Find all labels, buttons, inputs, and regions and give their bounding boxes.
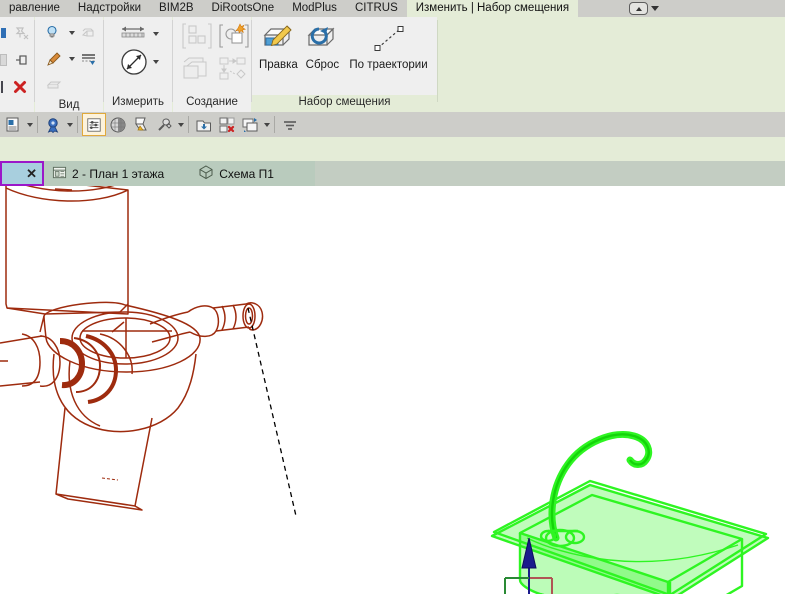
view-tab-bar: ✕ 2 - План 1 этажа Схема П1 [0, 161, 785, 186]
view-tab-active[interactable]: ✕ [0, 161, 44, 186]
offset-along-path-button[interactable]: По траектории [345, 21, 431, 71]
optbar-sep-1 [37, 116, 38, 133]
visual-style-icon[interactable] [42, 114, 64, 135]
row-pin-a [0, 20, 34, 46]
contextual-options-strip [0, 137, 785, 161]
modify-cursor-caret-icon[interactable] [27, 122, 33, 127]
paint-brush-icon[interactable] [41, 46, 67, 72]
clipped-grey-icon [0, 54, 7, 66]
along-path-icon [365, 21, 413, 58]
optbar-sep-2 [77, 116, 78, 133]
measure-caret-icon[interactable] [153, 32, 159, 36]
view-tab-floor-plan[interactable]: 2 - План 1 этажа [44, 161, 172, 186]
chevron-down-icon[interactable] [651, 6, 659, 11]
cancel-icon[interactable] [7, 74, 33, 100]
offset-along-path-label: По траектории [349, 59, 428, 71]
view-row-1 [41, 20, 101, 46]
offset-edit-button[interactable]: Правка [257, 21, 299, 71]
view-row-3 [41, 72, 67, 98]
view-tab-floor-plan-label: 2 - План 1 этажа [72, 166, 165, 181]
measure-along-caret-icon[interactable] [153, 60, 159, 64]
panel-clipboard-partial [0, 17, 34, 112]
create-assembly-icon[interactable] [215, 53, 251, 83]
sink-with-faucet [490, 431, 770, 594]
panel-title-measure: Измерить [112, 96, 164, 108]
panel-title-view: Вид [58, 99, 80, 111]
tabstrip-right-pad [667, 0, 785, 17]
ribbon-tab-modify-offset-set[interactable]: Изменить | Набор смещения [406, 0, 579, 17]
graphic-display-options-icon[interactable] [82, 113, 106, 136]
switch-windows-icon[interactable] [279, 114, 301, 135]
row-pin-b [0, 47, 35, 73]
measure-row-2 [117, 49, 159, 75]
panel-divider-5 [437, 20, 438, 102]
measure-along-element-icon[interactable] [117, 49, 151, 75]
tabstrip-spacer [578, 0, 621, 17]
edit-offset-icon [257, 21, 299, 58]
offset-leader-line [247, 307, 297, 517]
ribbon-body: Вид Измерить Создание Правка Сброс По тр… [0, 17, 785, 112]
create-similar-icon[interactable] [179, 20, 215, 52]
offset-reset-label: Сброс [305, 59, 340, 71]
offset-edit-label: Правка [258, 59, 298, 71]
offset-reset-button[interactable]: Сброс [301, 21, 343, 71]
modify-cursor-icon[interactable] [2, 114, 24, 135]
drawing-canvas[interactable] [0, 186, 785, 594]
panel-title-create: Создание [186, 96, 238, 108]
render-caret-icon[interactable] [178, 122, 184, 127]
view-tab-scheme-p1-label: Схема П1 [219, 166, 274, 181]
create-parts-icon[interactable] [179, 53, 215, 83]
revit-window: равление Надстройки BIM2B DiRootsOne Mod… [0, 0, 785, 594]
reveal-hidden-icon[interactable] [75, 20, 101, 46]
show-hidden-elements-icon[interactable] [193, 114, 215, 135]
visual-style-caret-icon[interactable] [67, 122, 73, 127]
cut-profile-icon[interactable] [41, 72, 67, 98]
tile-windows-caret-icon[interactable] [264, 122, 270, 127]
panel-create: Создание [173, 17, 251, 112]
chevron-up-icon [629, 2, 648, 15]
collapse-ribbon-button[interactable] [621, 0, 667, 17]
ribbon-tab-bim2b[interactable]: BIM2B [150, 0, 203, 17]
3d-view-icon [198, 164, 214, 183]
ribbon-tab-strip: равление Надстройки BIM2B DiRootsOne Mod… [0, 0, 785, 17]
view-tab-scheme-p1[interactable]: Схема П1 [190, 161, 282, 186]
clipped-dark-icon [1, 81, 3, 93]
ribbon-tab-addins[interactable]: Надстройки [69, 0, 150, 17]
close-icon[interactable]: ✕ [26, 167, 37, 180]
sun-path-icon[interactable] [130, 114, 152, 135]
options-bar [0, 112, 785, 137]
ribbon-tab-citrus[interactable]: CITRUS [346, 0, 407, 17]
panel-title-offset-set: Набор смещения [252, 95, 437, 112]
temporary-hide-isolate-icon[interactable] [41, 20, 67, 46]
ribbon-tab-modplus[interactable]: ModPlus [283, 0, 346, 17]
view-tab-group: ✕ 2 - План 1 этажа Схема П1 [0, 161, 315, 186]
create-group-icon[interactable] [215, 20, 251, 52]
ribbon-panels: Вид Измерить Создание Правка Сброс По тр… [0, 17, 438, 112]
clipped-blue-icon [0, 28, 6, 38]
floor-plan-icon [52, 165, 67, 183]
toilet-wc [0, 186, 264, 511]
measure-row-1 [117, 21, 159, 47]
ribbon-tab-dirootsone[interactable]: DiRootsOne [203, 0, 284, 17]
linework-icon[interactable] [75, 46, 101, 72]
create-row-2 [179, 53, 251, 83]
close-hidden-window-icon[interactable] [216, 114, 238, 135]
view-row-2 [41, 46, 101, 72]
optbar-sep-3 [188, 116, 189, 133]
panel-offset-set: Правка Сброс По траектории Набор смещени… [252, 17, 437, 112]
tile-windows-icon[interactable] [239, 114, 261, 135]
reset-offset-icon [301, 21, 343, 58]
create-row-1 [179, 20, 251, 52]
panel-measure: Измерить [104, 17, 172, 112]
optbar-sep-4 [274, 116, 275, 133]
unpin-icon[interactable] [8, 20, 34, 46]
measure-between-references-icon[interactable] [117, 21, 151, 47]
render-settings-icon[interactable] [153, 114, 175, 135]
shadows-icon[interactable] [107, 114, 129, 135]
row-cancel [1, 74, 33, 100]
ribbon-tab-management[interactable]: равление [0, 0, 69, 17]
pin-icon[interactable] [9, 47, 35, 73]
model-graphics [0, 186, 770, 594]
panel-view: Вид [35, 17, 103, 112]
